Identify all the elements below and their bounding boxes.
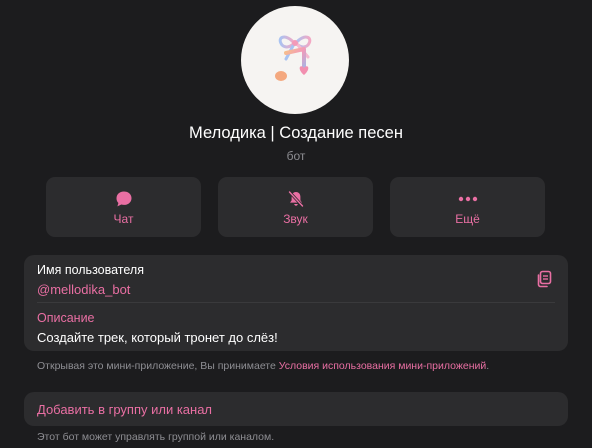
username-value[interactable]: @mellodika_bot	[37, 282, 130, 297]
terms-link[interactable]: Условия использования мини-приложений	[279, 360, 486, 372]
page-title: Мелодика | Создание песен	[189, 124, 403, 142]
add-to-group-label: Добавить в группу или канал	[37, 401, 213, 417]
chat-button-label: Чат	[113, 211, 134, 226]
music-note-bow-icon	[275, 35, 312, 81]
add-to-group-note: Этот бот может управлять группой или кан…	[37, 431, 275, 443]
terms-notice: Открывая это мини-приложение, Вы принима…	[37, 360, 489, 372]
sound-button-label: Звук	[283, 211, 308, 226]
bell-muted-icon	[287, 190, 304, 207]
copy-icon[interactable]	[534, 269, 554, 289]
more-button[interactable]: Ещё	[390, 177, 545, 237]
username-label: Имя пользователя	[37, 263, 144, 277]
more-dots-icon	[458, 196, 477, 201]
chat-bubble-icon	[116, 191, 131, 206]
action-buttons: Чат Звук Ещё	[46, 177, 545, 237]
description-value: Создайте трек, который тронет до слёз!	[37, 330, 278, 345]
profile-subtitle: бот	[286, 149, 306, 163]
bot-profile-page: Мелодика | Создание песен бот Чат Звук Е…	[0, 0, 592, 448]
sound-button[interactable]: Звук	[218, 177, 373, 237]
info-card: Имя пользователя @mellodika_bot Описание…	[24, 255, 568, 351]
description-label: Описание	[37, 311, 95, 325]
terms-text: Открывая это мини-приложение, Вы принима…	[37, 360, 279, 372]
divider	[37, 302, 555, 303]
more-button-label: Ещё	[455, 211, 480, 226]
chat-button[interactable]: Чат	[46, 177, 201, 237]
terms-end: .	[486, 360, 490, 372]
avatar[interactable]	[241, 6, 349, 114]
add-to-group-button[interactable]: Добавить в группу или канал	[24, 392, 568, 426]
